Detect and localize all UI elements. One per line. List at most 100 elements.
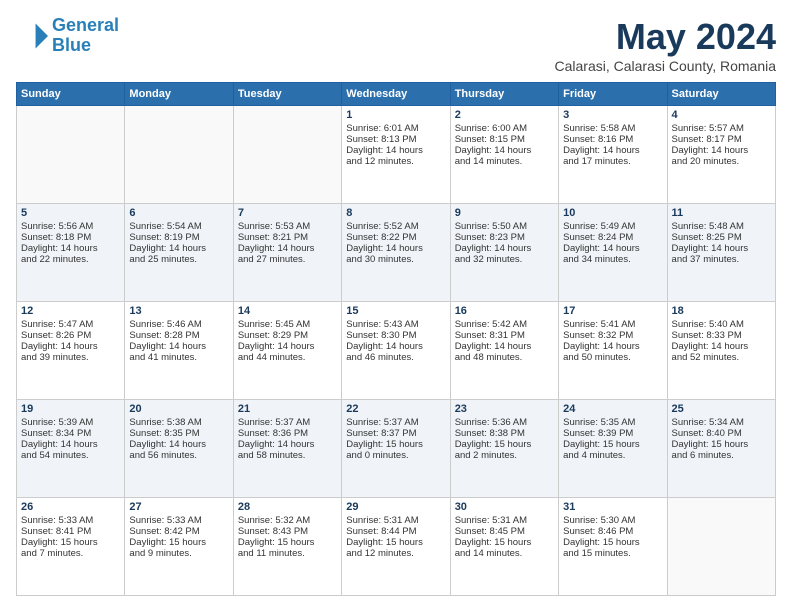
- calendar-cell: 11Sunrise: 5:48 AMSunset: 8:25 PMDayligh…: [667, 204, 775, 302]
- day-number: 16: [455, 305, 554, 317]
- day-info: Daylight: 14 hours: [21, 439, 120, 450]
- calendar-cell: 15 Sunrise: 5:43 AMSunset: 8:30 PMDayligh…: [342, 302, 450, 400]
- day-info: and 46 minutes.: [346, 352, 445, 363]
- day-number: 8: [346, 207, 445, 219]
- day-info: Sunrise: 5:32 AM: [238, 515, 337, 526]
- calendar-cell: 30 Sunrise: 5:31 AMSunset: 8:45 PMDayligh…: [450, 498, 558, 596]
- day-info: Sunrise: 5:34 AM: [672, 417, 771, 428]
- day-info: Daylight: 14 hours: [672, 243, 771, 254]
- day-number: 28: [238, 501, 337, 513]
- calendar-cell: 6Sunrise: 5:54 AMSunset: 8:19 PMDaylight…: [125, 204, 233, 302]
- day-info: Sunset: 8:45 PM: [455, 526, 554, 537]
- title-area: May 2024 Calarasi, Calarasi County, Roma…: [555, 16, 777, 74]
- day-info: Sunset: 8:18 PM: [21, 232, 120, 243]
- day-info: Sunset: 8:24 PM: [563, 232, 662, 243]
- day-info: Sunset: 8:43 PM: [238, 526, 337, 537]
- day-info: and 41 minutes.: [129, 352, 228, 363]
- day-info: and 14 minutes.: [455, 156, 554, 167]
- calendar-cell: 21Sunrise: 5:37 AMSunset: 8:36 PMDayligh…: [233, 400, 341, 498]
- day-number: 31: [563, 501, 662, 513]
- day-number: 15: [346, 305, 445, 317]
- day-info: Sunrise: 5:30 AM: [563, 515, 662, 526]
- day-info: Sunrise: 5:31 AM: [455, 515, 554, 526]
- calendar-cell: 13Sunrise: 5:46 AMSunset: 8:28 PMDayligh…: [125, 302, 233, 400]
- day-info: Daylight: 14 hours: [455, 145, 554, 156]
- day-info: and 25 minutes.: [129, 254, 228, 265]
- day-info: Daylight: 14 hours: [455, 341, 554, 352]
- day-info: Daylight: 14 hours: [346, 341, 445, 352]
- day-info: Daylight: 14 hours: [238, 439, 337, 450]
- day-header-monday: Monday: [125, 83, 233, 106]
- day-info: Sunrise: 5:52 AM: [346, 221, 445, 232]
- day-number: 7: [238, 207, 337, 219]
- calendar-cell: [125, 106, 233, 204]
- week-row: 5Sunrise: 5:56 AMSunset: 8:18 PMDaylight…: [17, 204, 776, 302]
- day-info: Daylight: 15 hours: [672, 439, 771, 450]
- day-info: Sunset: 8:30 PM: [346, 330, 445, 341]
- day-number: 30: [455, 501, 554, 513]
- calendar-header: SundayMondayTuesdayWednesdayThursdayFrid…: [17, 83, 776, 106]
- day-number: 20: [129, 403, 228, 415]
- week-row: 19Sunrise: 5:39 AMSunset: 8:34 PMDayligh…: [17, 400, 776, 498]
- day-number: 4: [672, 109, 771, 121]
- calendar-cell: 12Sunrise: 5:47 AMSunset: 8:26 PMDayligh…: [17, 302, 125, 400]
- day-info: and 11 minutes.: [238, 548, 337, 559]
- day-info: Sunrise: 5:43 AM: [346, 319, 445, 330]
- day-info: Sunset: 8:22 PM: [346, 232, 445, 243]
- day-info: Daylight: 15 hours: [455, 537, 554, 548]
- day-info: Sunset: 8:28 PM: [129, 330, 228, 341]
- day-info: and 4 minutes.: [563, 450, 662, 461]
- logo-line1: General: [52, 15, 119, 35]
- logo-icon: [16, 20, 48, 52]
- day-info: Sunrise: 5:57 AM: [672, 123, 771, 134]
- day-info: Sunrise: 5:33 AM: [21, 515, 120, 526]
- day-number: 13: [129, 305, 228, 317]
- calendar-cell: 8Sunrise: 5:52 AMSunset: 8:22 PMDaylight…: [342, 204, 450, 302]
- calendar-cell: 7Sunrise: 5:53 AMSunset: 8:21 PMDaylight…: [233, 204, 341, 302]
- logo-line2: Blue: [52, 35, 91, 55]
- calendar-cell: 4Sunrise: 5:57 AMSunset: 8:17 PMDaylight…: [667, 106, 775, 204]
- day-info: Sunrise: 5:41 AM: [563, 319, 662, 330]
- day-info: Sunrise: 5:33 AM: [129, 515, 228, 526]
- day-info: and 7 minutes.: [21, 548, 120, 559]
- calendar-cell: 20Sunrise: 5:38 AMSunset: 8:35 PMDayligh…: [125, 400, 233, 498]
- calendar-cell: 16Sunrise: 5:42 AMSunset: 8:31 PMDayligh…: [450, 302, 558, 400]
- day-info: and 12 minutes.: [346, 548, 445, 559]
- day-info: Daylight: 14 hours: [21, 341, 120, 352]
- logo: General Blue: [16, 16, 119, 56]
- page: General Blue May 2024 Calarasi, Calarasi…: [0, 0, 792, 612]
- day-header-thursday: Thursday: [450, 83, 558, 106]
- day-info: Sunset: 8:32 PM: [563, 330, 662, 341]
- calendar-cell: 28Sunrise: 5:32 AMSunset: 8:43 PMDayligh…: [233, 498, 341, 596]
- day-info: Sunset: 8:33 PM: [672, 330, 771, 341]
- day-header-sunday: Sunday: [17, 83, 125, 106]
- day-number: 27: [129, 501, 228, 513]
- day-info: Daylight: 14 hours: [129, 243, 228, 254]
- day-header-friday: Friday: [559, 83, 667, 106]
- day-header-wednesday: Wednesday: [342, 83, 450, 106]
- calendar-body: 1Sunrise: 6:01 AMSunset: 8:13 PMDaylight…: [17, 106, 776, 596]
- logo-text: General Blue: [52, 16, 119, 56]
- day-info: Sunset: 8:13 PM: [346, 134, 445, 145]
- day-info: and 44 minutes.: [238, 352, 337, 363]
- day-number: 17: [563, 305, 662, 317]
- calendar-cell: 14Sunrise: 5:45 AMSunset: 8:29 PMDayligh…: [233, 302, 341, 400]
- day-info: Sunset: 8:34 PM: [21, 428, 120, 439]
- day-info: and 6 minutes.: [672, 450, 771, 461]
- day-number: 14: [238, 305, 337, 317]
- day-number: 19: [21, 403, 120, 415]
- day-info: Sunset: 8:21 PM: [238, 232, 337, 243]
- day-info: Daylight: 14 hours: [238, 243, 337, 254]
- day-info: Sunrise: 5:58 AM: [563, 123, 662, 134]
- header: General Blue May 2024 Calarasi, Calarasi…: [16, 16, 776, 74]
- day-number: 10: [563, 207, 662, 219]
- day-info: Sunrise: 6:01 AM: [346, 123, 445, 134]
- day-info: Sunset: 8:37 PM: [346, 428, 445, 439]
- day-info: and 32 minutes.: [455, 254, 554, 265]
- day-info: Sunset: 8:44 PM: [346, 526, 445, 537]
- calendar-cell: 29Sunrise: 5:31 AMSunset: 8:44 PMDayligh…: [342, 498, 450, 596]
- day-info: and 12 minutes.: [346, 156, 445, 167]
- day-info: and 9 minutes.: [129, 548, 228, 559]
- day-info: and 15 minutes.: [563, 548, 662, 559]
- day-info: Sunset: 8:25 PM: [672, 232, 771, 243]
